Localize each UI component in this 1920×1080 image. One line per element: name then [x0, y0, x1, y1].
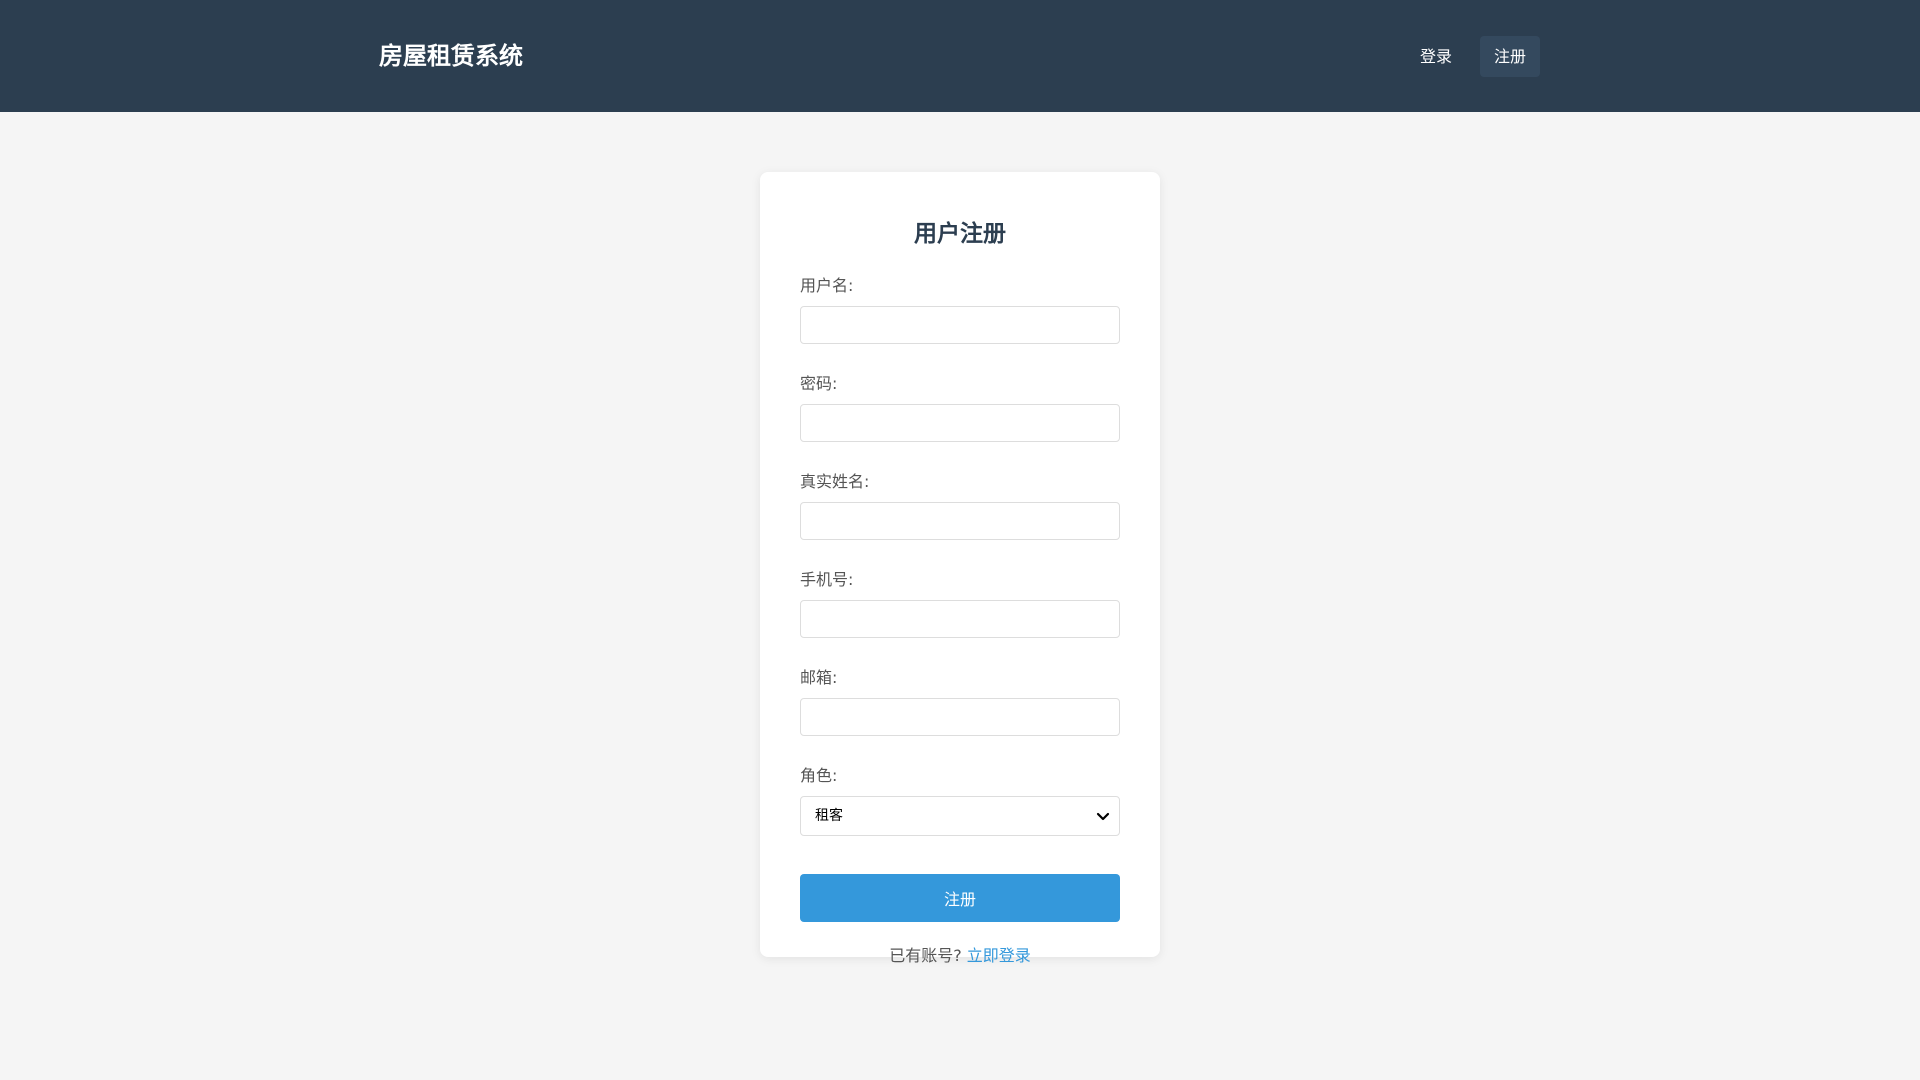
top-header: 房屋租赁系统 登录 注册 — [0, 0, 1920, 112]
phone-group: 手机号: — [800, 568, 1120, 656]
role-select[interactable]: 租客 — [800, 796, 1120, 836]
realname-group: 真实姓名: — [800, 470, 1120, 558]
login-now-link[interactable]: 立即登录 — [967, 946, 1031, 965]
register-submit-button[interactable]: 注册 — [800, 874, 1120, 922]
password-label: 密码: — [800, 374, 838, 393]
realname-label: 真实姓名: — [800, 472, 870, 491]
email-group: 邮箱: — [800, 666, 1120, 754]
username-group: 用户名: — [800, 274, 1120, 362]
phone-input[interactable] — [800, 600, 1120, 638]
username-input[interactable] — [800, 306, 1120, 344]
nav-register-link[interactable]: 注册 — [1479, 36, 1540, 77]
role-select-value: 租客 — [815, 808, 843, 824]
password-input[interactable] — [800, 404, 1120, 442]
realname-input[interactable] — [800, 502, 1120, 540]
role-group: 角色: 租客 — [800, 764, 1120, 852]
email-label: 邮箱: — [800, 668, 838, 687]
nav-login-link[interactable]: 登录 — [1406, 36, 1466, 77]
form-fields: 用户名: 密码: 真实姓名: 手机号: 邮箱: 角色: 租客 — [800, 274, 1120, 852]
chevron-down-icon — [1096, 812, 1110, 821]
form-title: 用户注册 — [914, 221, 1006, 247]
login-prompt-text: 已有账号? — [889, 946, 962, 965]
login-prompt: 已有账号? 立即登录 — [800, 944, 1120, 968]
phone-label: 手机号: — [800, 570, 854, 589]
email-input[interactable] — [800, 698, 1120, 736]
password-group: 密码: — [800, 372, 1120, 460]
top-nav: 登录 注册 — [1406, 36, 1540, 77]
username-label: 用户名: — [800, 276, 854, 295]
register-card: 用户注册 用户名: 密码: 真实姓名: 手机号: 邮箱: 角色: 租客 注册 已… — [760, 172, 1160, 965]
site-brand[interactable]: 房屋租赁系统 — [379, 38, 523, 74]
role-label: 角色: — [800, 766, 838, 785]
